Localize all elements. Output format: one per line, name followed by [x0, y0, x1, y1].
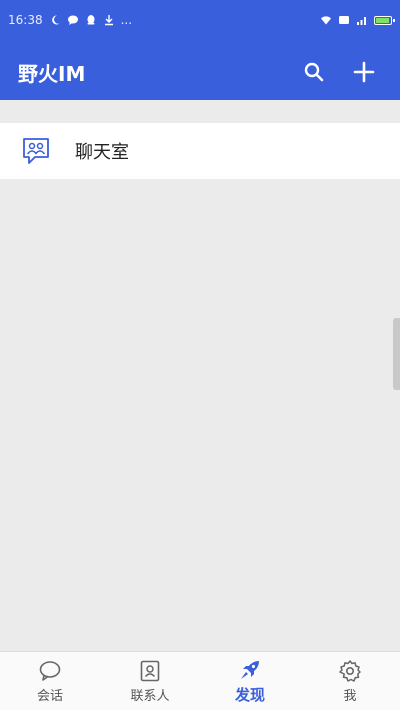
gear-icon	[339, 659, 361, 682]
qq-icon	[87, 15, 95, 25]
download-icon	[104, 15, 113, 26]
tab-me[interactable]: 我	[300, 652, 400, 710]
tab-label: 我	[343, 688, 357, 704]
status-more: ...	[120, 13, 133, 27]
scroll-handle[interactable]	[393, 318, 400, 390]
chatroom-icon	[23, 138, 49, 164]
tab-label: 联系人	[130, 688, 170, 704]
wifi-icon	[321, 16, 331, 25]
battery-level	[376, 17, 389, 23]
message-icon	[67, 15, 78, 25]
plus-icon	[353, 61, 375, 83]
status-right	[320, 14, 395, 26]
tab-discover[interactable]: 发现	[200, 652, 300, 710]
tab-label: 发现	[234, 685, 265, 704]
moon-icon	[51, 15, 60, 25]
search-icon	[304, 62, 324, 82]
contacts-icon	[140, 660, 160, 681]
app-bar: 野火IM	[0, 48, 400, 96]
rocket-icon	[241, 660, 259, 679]
header: 16:38 ... 野火IM	[0, 0, 400, 100]
battery-icon	[374, 15, 395, 25]
status-bar: 16:38 ...	[0, 0, 400, 40]
tab-contacts[interactable]: 联系人	[100, 652, 200, 710]
list-item-chatroom[interactable]: 聊天室	[0, 123, 400, 179]
status-time: 16:38	[8, 13, 43, 27]
hd-icon	[339, 16, 349, 24]
tab-conversations[interactable]: 会话	[0, 652, 100, 710]
bottom-tab-bar: 会话 联系人 发现 我	[0, 651, 400, 710]
add-button[interactable]	[346, 54, 382, 90]
app-title: 野火IM	[18, 61, 86, 86]
tab-label: 会话	[36, 688, 63, 704]
chat-bubble-icon	[39, 660, 61, 681]
list-item-label: 聊天室	[75, 142, 129, 163]
signal-icon	[357, 17, 366, 25]
status-left: 16:38 ...	[8, 13, 132, 27]
search-button[interactable]	[296, 54, 332, 90]
